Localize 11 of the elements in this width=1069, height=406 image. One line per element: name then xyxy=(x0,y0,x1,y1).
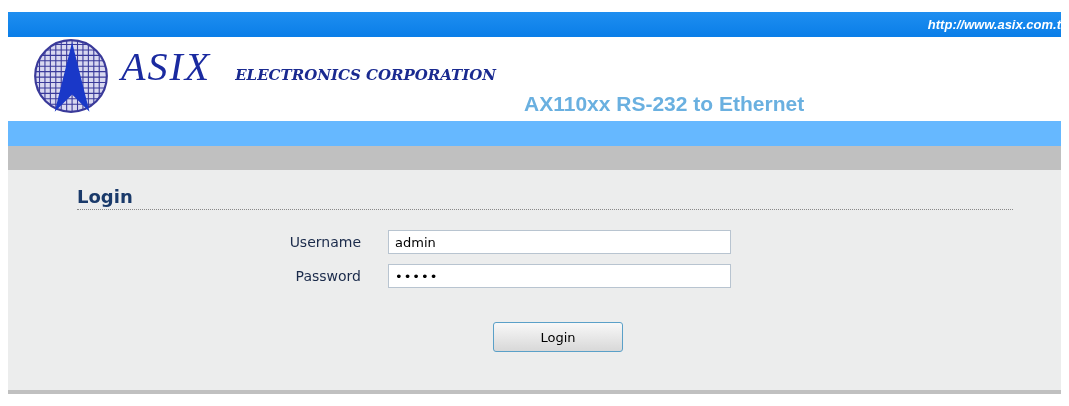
brand-name: ASIX xyxy=(121,43,212,90)
company-name: ELECTRONICS CORPORATION xyxy=(235,66,496,84)
website-url: http://www.asix.com.t xyxy=(927,17,1061,32)
login-button[interactable]: Login xyxy=(493,322,623,352)
username-field[interactable]: admin xyxy=(388,230,731,254)
product-title: AX110xx RS-232 to Ethernet xyxy=(524,92,805,116)
password-field[interactable]: ••••• xyxy=(388,264,731,288)
field-label: Password xyxy=(295,268,361,284)
field-label: Username xyxy=(289,234,361,250)
login-heading: Login xyxy=(77,186,133,207)
logo-icon xyxy=(33,38,109,114)
